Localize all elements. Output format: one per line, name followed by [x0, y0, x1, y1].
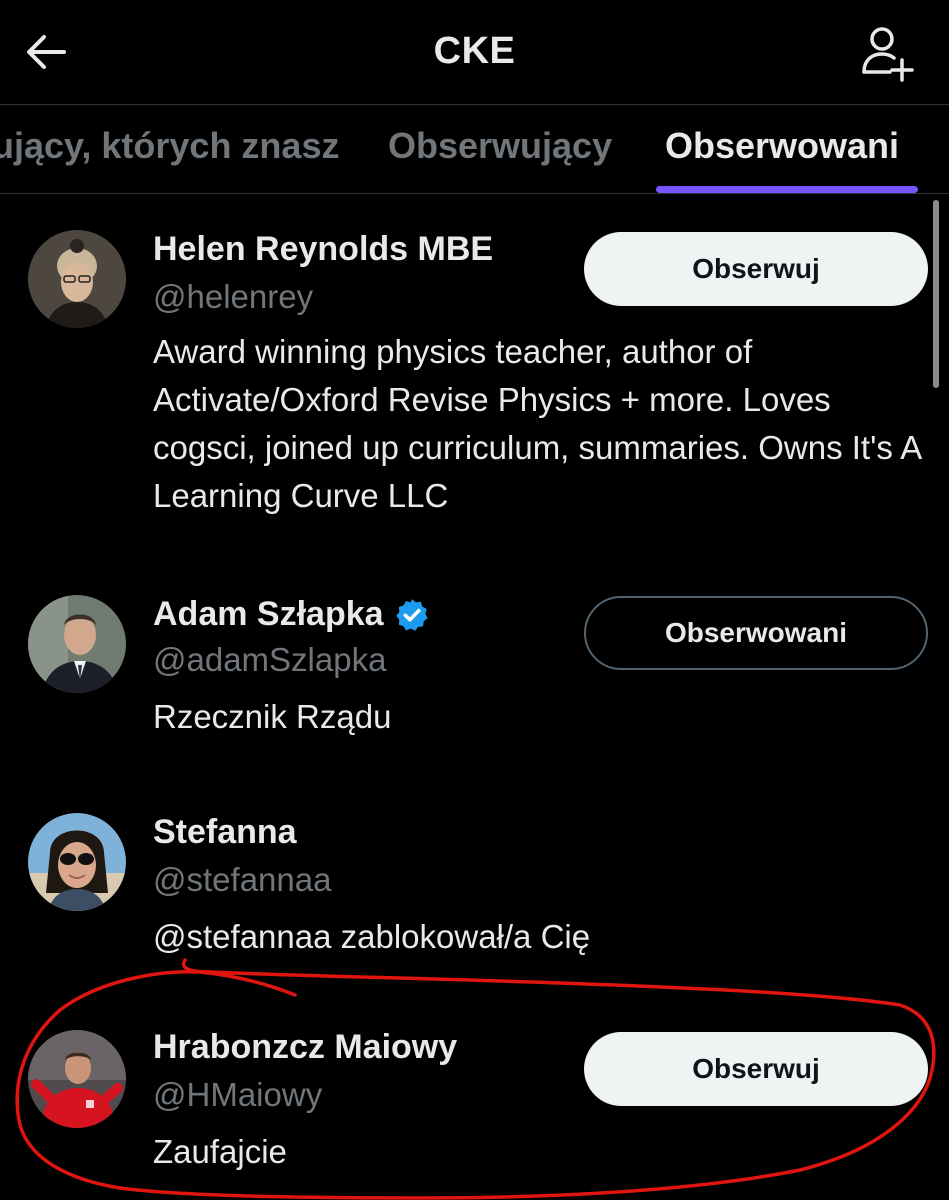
tab-following[interactable]: Obserwowani — [665, 125, 899, 167]
verified-badge-icon — [395, 598, 428, 631]
list-item[interactable]: Adam Szłapka @adamSzlapka Obserwowani Rz… — [0, 565, 949, 765]
tab-followers[interactable]: Obserwujący — [388, 125, 612, 167]
tabs-divider — [0, 193, 949, 194]
avatar[interactable] — [28, 230, 126, 328]
user-handle: @adamSzlapka — [153, 641, 387, 678]
user-bio: Award winning physics teacher, author of… — [153, 333, 921, 514]
display-name[interactable]: Stefanna — [153, 813, 297, 852]
list-item[interactable]: Helen Reynolds MBE @helenrey Obserwuj Aw… — [0, 200, 949, 560]
avatar[interactable] — [28, 595, 126, 693]
user-handle: @helenrey — [153, 278, 314, 315]
user-plus-icon — [862, 27, 914, 82]
follow-button[interactable]: Obserwuj — [584, 232, 928, 306]
user-bio: Zaufajcie — [153, 1133, 287, 1170]
top-bar: CKE — [0, 0, 949, 104]
user-handle: @HMaiowy — [153, 1076, 323, 1113]
add-user-button[interactable] — [858, 24, 918, 84]
tab-followers-you-know[interactable]: ujący, których znasz — [0, 125, 339, 167]
display-name[interactable]: Adam Szłapka — [153, 595, 430, 634]
following-button[interactable]: Obserwowani — [584, 596, 928, 670]
display-name[interactable]: Hrabonzcz Maiowy — [153, 1028, 457, 1067]
tab-bar: ujący, których znasz Obserwujący Obserwo… — [0, 105, 949, 193]
display-name[interactable]: Helen Reynolds MBE — [153, 230, 493, 269]
avatar[interactable] — [28, 1030, 126, 1128]
page-title: CKE — [433, 30, 516, 72]
active-tab-indicator — [656, 186, 918, 193]
follow-button[interactable]: Obserwuj — [584, 1032, 928, 1106]
user-bio: Rzecznik Rządu — [153, 698, 392, 735]
list-item[interactable]: Stefanna @stefannaa @stefannaa zablokowa… — [0, 783, 949, 983]
list-item[interactable]: Hrabonzcz Maiowy @HMaiowy Obserwuj Zaufa… — [0, 1000, 949, 1200]
avatar[interactable] — [28, 813, 126, 911]
user-handle: @stefannaa — [153, 861, 332, 898]
user-bio: @stefannaa zablokował/a Cię — [153, 918, 591, 955]
